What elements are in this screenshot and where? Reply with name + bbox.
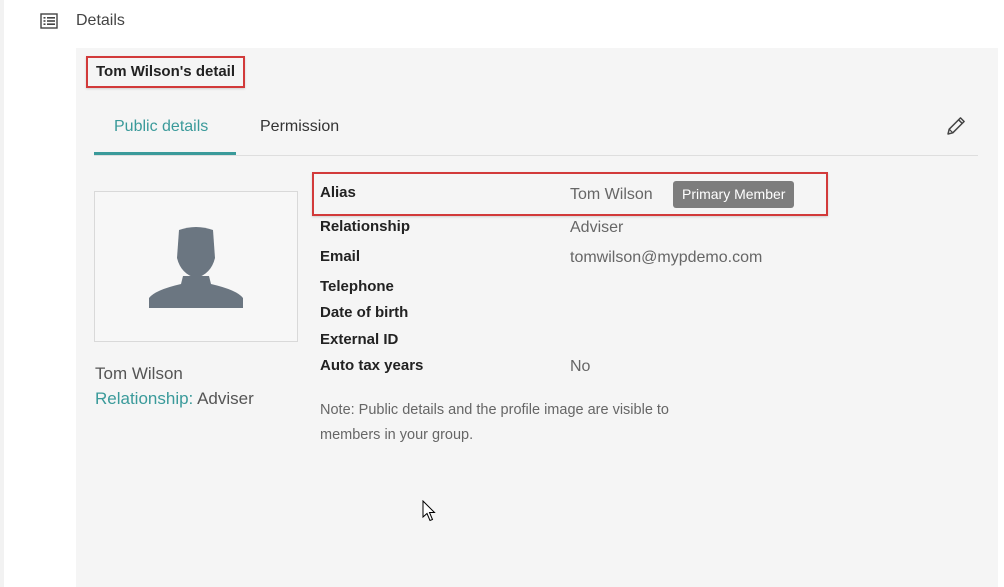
- profile-relationship: Relationship: Adviser: [95, 389, 254, 409]
- profile-image: [94, 191, 298, 342]
- tab-permission[interactable]: Permission: [260, 118, 339, 136]
- relationship-value: Adviser: [197, 389, 254, 408]
- list-icon: [40, 12, 58, 30]
- field-value-relationship: Adviser: [570, 219, 624, 236]
- tab-public-details[interactable]: Public details: [94, 118, 236, 155]
- mouse-cursor-icon: [422, 499, 436, 527]
- tab-bar: Public details Permission: [94, 110, 978, 156]
- field-value-alias: Tom Wilson: [570, 186, 653, 203]
- pencil-icon[interactable]: [944, 114, 968, 138]
- field-value-auto-tax-years: No: [570, 358, 591, 375]
- left-edge-bar: [0, 0, 4, 587]
- note-line-2: members in your group.: [320, 427, 474, 443]
- primary-member-badge: Primary Member: [673, 181, 795, 208]
- field-label-auto-tax-years: Auto tax years: [320, 357, 424, 374]
- field-label-email: Email: [320, 248, 361, 265]
- detail-title: Tom Wilson's detail: [86, 56, 245, 88]
- field-label-relationship: Relationship: [320, 218, 411, 235]
- note-line-1: Note: Public details and the profile ima…: [320, 402, 669, 418]
- profile-name: Tom Wilson: [95, 364, 183, 383]
- relationship-label: Relationship:: [95, 389, 194, 408]
- field-label-date-of-birth: Date of birth: [320, 304, 409, 321]
- visibility-note: Note: Public details and the profile ima…: [320, 398, 740, 448]
- section-header: Details: [40, 10, 125, 32]
- user-silhouette-icon: [149, 227, 243, 308]
- field-value-email: tomwilson@mypdemo.com: [570, 249, 763, 266]
- detail-panel: Tom Wilson's detail Public details Permi…: [76, 48, 998, 587]
- field-label-external-id: External ID: [320, 331, 399, 348]
- section-title: Details: [76, 12, 125, 29]
- field-label-alias: Alias: [320, 184, 356, 201]
- field-label-telephone: Telephone: [320, 278, 394, 295]
